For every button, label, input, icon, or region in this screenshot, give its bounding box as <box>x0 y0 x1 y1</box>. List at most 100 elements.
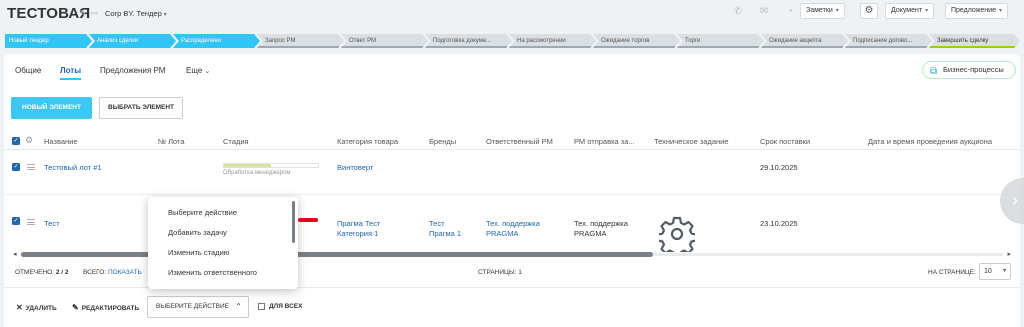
stage-label: Ожидание торгов <box>601 38 650 44</box>
business-process-button[interactable]: ⧉ Бизнес-процессы <box>922 61 1016 79</box>
edit-button[interactable]: ✎ РЕДАКТИРОВАТЬ <box>72 303 139 312</box>
column-header-delivery[interactable]: Срок поставки <box>760 137 810 146</box>
column-header-lot-number[interactable]: № Лота <box>158 137 185 146</box>
tab-general[interactable]: Общие <box>15 66 41 75</box>
page-title: ТЕСТОВАЯ <box>7 5 91 22</box>
stage-progress-bar <box>223 163 319 168</box>
column-header-tech-task[interactable]: Техническое задание <box>654 137 729 146</box>
action-dropdown-menu: Выберите действие Добавить задачу Измени… <box>148 197 298 289</box>
column-header-name[interactable]: Название <box>44 137 78 146</box>
document-button[interactable]: Документ ▾ <box>885 3 935 19</box>
column-header-category[interactable]: Категория товара <box>337 137 398 146</box>
edit-icon[interactable]: ✎ <box>80 9 91 18</box>
show-total-link[interactable]: ПОКАЗАТЬ <box>108 269 142 276</box>
delivery-date: 29.10.2025 <box>760 163 798 172</box>
chevron-down-icon: ▾ <box>925 8 929 14</box>
tab-more[interactable]: Еще ⌄ <box>186 66 210 75</box>
column-header-brands[interactable]: Бренды <box>429 137 456 146</box>
new-element-button[interactable]: НОВЫЙ ЭЛЕМЕНТ <box>11 97 92 119</box>
column-header-responsible-rm[interactable]: Ответственный РМ <box>486 137 553 146</box>
row-checkbox[interactable]: ✓ <box>12 163 20 171</box>
responsible-link[interactable]: PRAGMA <box>486 229 519 239</box>
stage-new-tender[interactable]: Новый тендер <box>5 34 92 48</box>
brand-link[interactable]: Тест <box>429 219 445 229</box>
menu-item-choose-action[interactable]: Выберите действие <box>168 208 237 217</box>
tab-lots[interactable]: Лоты <box>60 66 82 80</box>
for-all-checkbox[interactable] <box>258 303 265 310</box>
settings-button[interactable]: ⚙ <box>860 3 878 19</box>
column-header-stage[interactable]: Стадия <box>223 137 249 146</box>
stage-progress-label: Обработка менеджером <box>223 170 291 176</box>
tab-more-label: Еще <box>186 66 203 75</box>
stage-contract-signing[interactable]: Подписание догово... <box>845 34 932 48</box>
link-icon[interactable]: ⚯ <box>91 9 102 18</box>
menu-item-change-stage[interactable]: Изменить стадию <box>168 248 229 257</box>
stage-review[interactable]: На рассмотрении <box>509 34 596 48</box>
header-icons: ✆ ✉ ◔ <box>725 6 803 17</box>
row-menu-icon[interactable] <box>27 219 35 225</box>
row-checkbox[interactable]: ✓ <box>12 217 20 225</box>
select-action-label: ВЫБЕРИТЕ ДЕЙСТВИЕ <box>156 303 230 310</box>
notes-button[interactable]: Заметки ▾ <box>800 3 845 19</box>
pencil-icon: ✎ <box>72 303 79 312</box>
select-action-dropdown[interactable]: ВЫБЕРИТЕ ДЕЙСТВИЕ ⌃ <box>147 296 249 318</box>
lot-name-link[interactable]: Тест <box>44 219 60 229</box>
marked-label: ОТМЕЧЕНО: <box>15 269 54 276</box>
business-process-label: Бизнес-процессы <box>943 65 1004 74</box>
stage-doc-prep[interactable]: Подготовка докуме... <box>425 34 512 48</box>
rm-send-text: Тех. поддержка <box>574 219 628 228</box>
stage-request-rm[interactable]: Запрос РМ <box>257 34 344 48</box>
category-link[interactable]: Прагма Тест <box>337 219 380 229</box>
notes-label: Заметки <box>806 7 833 14</box>
tab-rm-offers[interactable]: Предложения РМ <box>100 66 165 75</box>
scroll-right-arrow-icon[interactable]: ▸ <box>1007 250 1011 258</box>
stage-label: Распределено <box>181 38 222 44</box>
dropdown-scrollbar[interactable] <box>292 201 295 243</box>
chevron-down-icon: ▾ <box>998 8 1002 14</box>
mail-icon[interactable]: ✉ <box>751 6 777 17</box>
for-all-label: ДЛЯ ВСЕХ <box>269 303 303 310</box>
column-header-auction-date[interactable]: Дата и время проведения аукциона <box>868 137 992 146</box>
scroll-right-button[interactable]: › <box>1000 178 1024 224</box>
column-header-rm-send[interactable]: РМ отправка за... <box>574 137 635 146</box>
edit-label: РЕДАКТИРОВАТЬ <box>81 305 140 312</box>
stage-label: Завершить сделку <box>937 38 989 44</box>
company-selector[interactable]: Corp BY. Тендер ▾ <box>105 9 167 18</box>
choose-element-button[interactable]: ВЫБРАТЬ ЭЛЕМЕНТ <box>99 97 183 119</box>
stage-waiting-accept[interactable]: Ожидание акцепта <box>761 34 848 48</box>
stage-label: Подписание догово... <box>853 38 913 44</box>
annotation-mark <box>298 218 318 222</box>
menu-item-change-responsible[interactable]: Изменить ответственного <box>168 268 257 277</box>
gear-icon[interactable]: ⚙ <box>25 135 33 146</box>
row-menu-icon[interactable] <box>27 164 35 170</box>
select-all-checkbox[interactable]: ✓ <box>12 137 20 145</box>
scroll-left-arrow-icon[interactable]: ◂ <box>13 250 17 258</box>
scrollbar-thumb[interactable] <box>21 252 653 257</box>
chevron-down-icon: ▾ <box>1002 268 1006 274</box>
category-link[interactable]: Категория 1 <box>337 229 378 239</box>
brand-link[interactable]: Прагма 1 <box>429 229 461 239</box>
stage-label: Новый тендер <box>9 38 49 44</box>
phone-icon[interactable]: ✆ <box>725 6 751 17</box>
per-page-select[interactable]: 10 ▾ <box>979 263 1011 280</box>
close-icon: ✕ <box>16 303 23 312</box>
responsible-link[interactable]: Тех. поддержка <box>486 219 540 229</box>
delete-button[interactable]: ✕ УДАЛИТЬ <box>16 303 57 312</box>
menu-item-add-task[interactable]: Добавить задачу <box>168 228 227 237</box>
stage-label: Ожидание акцепта <box>769 38 822 44</box>
chevron-right-icon: › <box>1012 190 1018 210</box>
stage-label: Анализ сделки <box>97 38 139 44</box>
stage-finish-deal[interactable]: Завершить сделку <box>929 34 1020 48</box>
pages-value[interactable]: 1 <box>518 269 522 276</box>
stage-answer-rm[interactable]: Ответ РМ <box>341 34 428 48</box>
lot-name-link[interactable]: Тестовый лот #1 <box>44 163 102 173</box>
stage-waiting-auction[interactable]: Ожидание торгов <box>593 34 680 48</box>
stage-auction[interactable]: Торги <box>677 34 764 48</box>
stage-label: На рассмотрении <box>517 38 566 44</box>
stage-analysis[interactable]: Анализ сделки <box>89 34 176 48</box>
stage-distributed[interactable]: Распределено <box>173 34 260 48</box>
offer-button[interactable]: Предложение ▾ <box>945 3 1008 19</box>
category-link[interactable]: Винтоверт <box>337 163 373 173</box>
chevron-down-icon: ▾ <box>163 12 167 18</box>
chevron-down-icon: ▾ <box>835 8 839 14</box>
